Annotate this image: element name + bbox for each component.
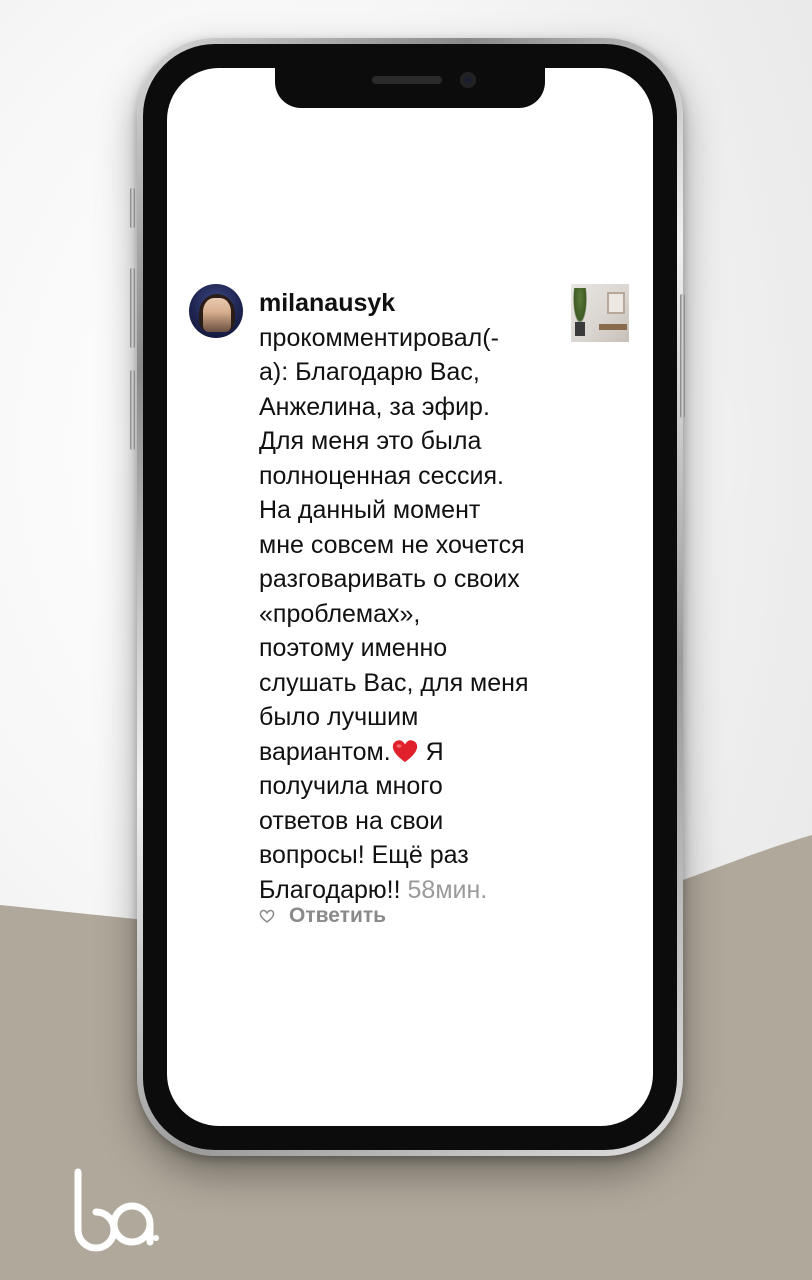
post-thumbnail[interactable]	[571, 284, 629, 342]
phone-side-button	[130, 188, 135, 228]
comment-line: прокомментировал(-	[259, 323, 499, 352]
comment-timestamp: 58мин.	[407, 875, 488, 904]
reply-button[interactable]: Ответить	[289, 904, 386, 928]
comment-line: было лучшим	[259, 703, 419, 731]
comment-text: Я	[418, 737, 444, 766]
comment-body: milanausyk прокомментировал(- а): Благод…	[259, 286, 579, 907]
comment-line: вопросы! Ещё раз	[259, 841, 469, 869]
phone-volume-down	[130, 370, 135, 450]
speaker-grille	[372, 76, 442, 84]
thumbnail-frame	[607, 292, 625, 314]
comment-line: а): Благодарю Вас,	[259, 358, 480, 386]
comment-line: мне совсем не хочется	[259, 530, 525, 559]
heart-outline-icon[interactable]	[259, 909, 275, 923]
front-camera	[460, 72, 476, 88]
phone-power-button	[680, 294, 685, 418]
comment-last-line: Благодарю!! 58мин.	[259, 873, 579, 908]
avatar-face	[203, 298, 231, 332]
comment-username[interactable]: milanausyk	[259, 289, 395, 317]
phone-notch	[275, 62, 545, 108]
comment-line: разговаривать о своих	[259, 565, 520, 593]
comment-line-with-emoji: вариантом. Я	[259, 735, 579, 770]
brand-logo	[74, 1168, 159, 1252]
comment-line: полноценная сессия.	[259, 461, 504, 490]
comment-line: слушать Вас, для меня	[259, 668, 529, 697]
comment-line: поэтому именно	[259, 634, 448, 662]
red-heart-emoji	[392, 739, 417, 762]
comment-line: На данный момент	[259, 496, 481, 524]
comment-text: Благодарю!!	[259, 875, 408, 904]
comment-line: получила много	[259, 772, 443, 800]
comment-line: Для меня это была	[259, 427, 482, 455]
comment-text: вариантом.	[259, 737, 391, 766]
thumbnail-table	[599, 324, 627, 330]
profile-avatar[interactable]	[189, 284, 243, 338]
comment-line: Анжелина, за эфир.	[259, 392, 490, 421]
comment-line: ответов на свои	[259, 806, 444, 835]
comment-line: «проблемах»,	[259, 599, 421, 628]
reply-row: Ответить	[259, 904, 386, 928]
phone-volume-up	[130, 268, 135, 348]
